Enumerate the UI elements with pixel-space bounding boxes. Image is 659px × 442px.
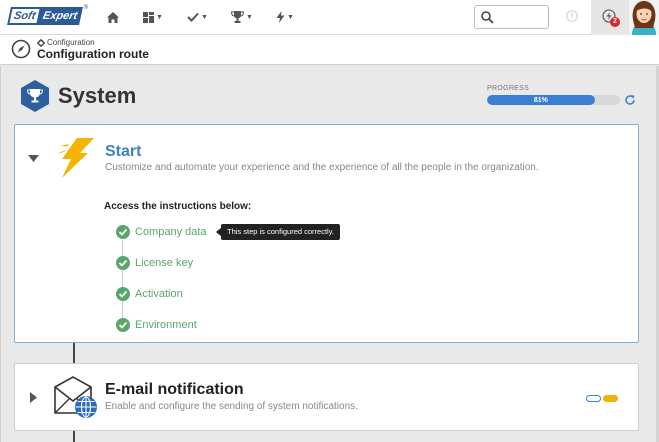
instructions-heading: Access the instructions below: [104,201,252,212]
email-card-description: Enable and configure the sending of syst… [105,401,358,412]
collapse-caret-icon[interactable] [28,155,39,163]
start-card-description: Customize and automate your experience a… [105,162,539,173]
timeline-connector [73,343,75,363]
system-trophy-badge-icon [21,80,49,112]
lightning-icon [276,11,285,23]
top-bar: Soft Expert ® ▼ ▼ ▼ ▼ 2 [0,0,659,35]
nav-home[interactable] [107,8,119,26]
nav-dashboard[interactable]: ▼ [143,8,163,26]
progress-bar: 81% [487,95,620,105]
progress-fill: 81% [487,95,595,105]
page-title: Configuration route [37,47,149,61]
email-card-title[interactable]: E-mail notification [105,381,244,399]
grid-icon [143,11,154,23]
gear-icon [37,38,45,47]
compass-icon [11,39,31,59]
lightning-icon [56,138,94,178]
progress-percentage: 81% [533,96,548,104]
system-title: System [58,83,137,108]
user-avatar[interactable] [629,0,659,35]
check-circle-icon [116,318,130,332]
breadcrumb[interactable]: Configuration [37,38,95,47]
step-label[interactable]: Activation [135,288,183,300]
chevron-down-icon: ▼ [201,13,208,21]
nav-achievements[interactable]: ▼ [231,8,253,26]
search-input[interactable] [497,9,545,25]
progress-label: PROGRESS [487,85,530,92]
step-company-data[interactable]: Company data [116,224,207,240]
avatar-image [629,0,659,35]
chevron-down-icon: ▼ [156,13,163,21]
nav-actions[interactable]: ▼ [276,8,294,26]
timeline-connector [73,431,75,442]
info-circle-icon[interactable] [566,10,578,22]
notification-count-badge: 2 [610,17,620,27]
refresh-icon[interactable] [624,94,636,106]
step-label[interactable]: Company data [135,226,207,238]
start-card-title[interactable]: Start [105,143,141,161]
expand-caret-icon[interactable] [30,392,37,403]
search-icon [481,11,494,24]
steps-connector-line [122,240,123,322]
logo-registered-mark: ® [83,5,89,11]
search-field[interactable] [474,5,549,29]
chevron-down-icon: ▼ [287,13,294,21]
softexpert-logo[interactable]: Soft Expert ® [7,5,89,25]
check-circle-icon [116,256,130,270]
check-circle-icon [116,225,130,239]
chevron-down-icon: ▼ [246,13,253,21]
trophy-icon [231,11,244,23]
step-license-key[interactable]: License key [116,255,193,271]
step-tooltip: This step is configured correctly. [216,224,340,240]
notifications-button[interactable]: 2 [591,0,629,35]
nav-tasks[interactable]: ▼ [187,8,208,26]
step-label[interactable]: Environment [135,319,197,331]
step-environment[interactable]: Environment [116,317,197,333]
envelope-globe-icon [54,376,97,418]
breadcrumb-parent[interactable]: Configuration [47,38,95,47]
email-progress-partial [603,395,618,402]
check-circle-icon [116,287,130,301]
home-icon [107,11,119,23]
step-activation[interactable]: Activation [116,286,183,302]
breadcrumb-header: Configuration Configuration route [0,35,659,65]
check-icon [187,12,199,22]
email-progress-pending [586,395,601,402]
logo-part-expert: Expert [37,7,84,25]
step-label[interactable]: License key [135,257,193,269]
